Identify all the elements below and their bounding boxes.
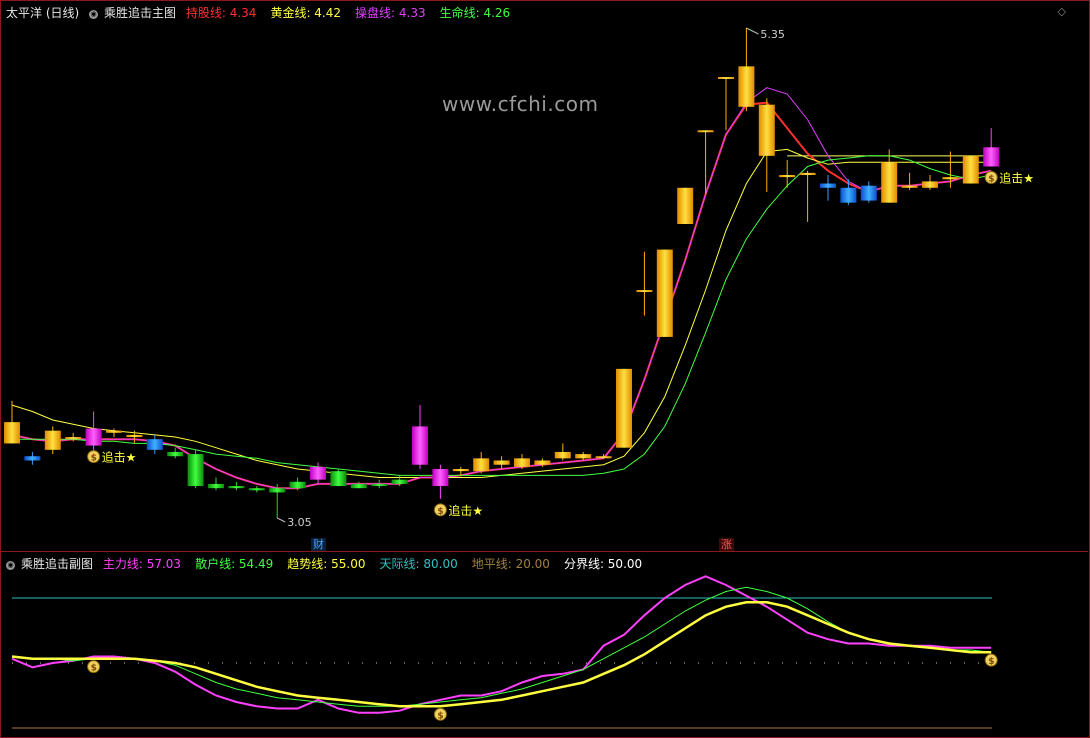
candle-body bbox=[187, 454, 204, 487]
candle-body bbox=[126, 434, 143, 438]
candle-body bbox=[432, 469, 449, 487]
candle-body bbox=[493, 460, 510, 465]
candle-body bbox=[412, 426, 428, 465]
main-money-bag-icon-2-glyph: $ bbox=[988, 174, 994, 184]
candle-body bbox=[146, 439, 163, 450]
candle-body bbox=[718, 77, 734, 79]
signal-label-2: 追击★ bbox=[999, 170, 1034, 185]
candle-body bbox=[269, 488, 286, 493]
candle-body bbox=[697, 130, 714, 133]
candle-body bbox=[677, 187, 694, 224]
sub-money-bag-icon-1-glyph: $ bbox=[437, 711, 443, 721]
candle-body bbox=[595, 456, 612, 459]
candle-body bbox=[24, 456, 41, 461]
candle-body bbox=[473, 458, 490, 472]
candle-body bbox=[575, 454, 592, 459]
candle-body bbox=[840, 187, 857, 203]
candle-body bbox=[922, 181, 938, 188]
candle-body bbox=[881, 162, 898, 203]
main-money-bag-icon-1-glyph: $ bbox=[437, 507, 443, 517]
candle-body bbox=[85, 428, 102, 446]
high-price-label: 5.35 bbox=[760, 28, 785, 41]
signal-label-1: 追击★ bbox=[448, 503, 483, 518]
sub-line-1 bbox=[11, 586, 992, 707]
candle-body bbox=[310, 466, 326, 480]
candle-body bbox=[820, 183, 836, 188]
sub-money-bag-icon-2-glyph: $ bbox=[988, 657, 994, 667]
candle-body bbox=[371, 483, 388, 487]
candle-body bbox=[330, 471, 347, 487]
candle-body bbox=[289, 481, 306, 489]
candle-body bbox=[228, 486, 245, 489]
signal-label-0: 追击★ bbox=[102, 450, 137, 465]
candle-body bbox=[616, 368, 632, 448]
candle-body bbox=[248, 488, 265, 491]
candle-body bbox=[901, 185, 918, 188]
candle-body bbox=[391, 479, 408, 484]
candle-body bbox=[860, 185, 877, 201]
sub-money-bag-icon-0-glyph: $ bbox=[91, 664, 97, 674]
candle-body bbox=[799, 172, 816, 175]
candle-body bbox=[554, 451, 571, 459]
candle-body bbox=[452, 469, 469, 472]
candle-body bbox=[962, 155, 979, 184]
candle-body bbox=[983, 147, 1000, 167]
low-price-label: 3.05 bbox=[287, 516, 312, 529]
candle-body bbox=[942, 177, 959, 180]
candle-body bbox=[534, 460, 551, 465]
main-money-bag-icon-0-glyph: $ bbox=[91, 454, 97, 464]
candle-body bbox=[758, 104, 775, 156]
ma-line-2 bbox=[11, 87, 992, 489]
cai-marker[interactable]: 财 bbox=[311, 538, 326, 551]
candle-body bbox=[208, 483, 224, 489]
candle-body bbox=[636, 290, 653, 293]
candle-body bbox=[167, 451, 184, 457]
candle-body bbox=[738, 66, 755, 107]
candle-body bbox=[106, 430, 122, 433]
candle-body bbox=[44, 430, 61, 450]
ma-line-0 bbox=[11, 101, 992, 490]
candlestick-chart[interactable]: 5.35 3.05 $ 追击★ $ 追击★ $ 追击★ $ $ $ bbox=[0, 0, 1090, 738]
ma-line-3 bbox=[12, 155, 992, 476]
zhang-marker[interactable]: 涨 bbox=[719, 538, 734, 551]
candle-body bbox=[4, 422, 20, 444]
high-pointer bbox=[746, 27, 759, 35]
candle-body bbox=[779, 175, 796, 178]
candle-body bbox=[65, 437, 82, 440]
sub-line-0 bbox=[11, 575, 992, 714]
candle-body bbox=[350, 483, 367, 489]
low-pointer bbox=[276, 517, 286, 523]
candle-body bbox=[656, 249, 673, 337]
candle-body bbox=[514, 458, 530, 467]
